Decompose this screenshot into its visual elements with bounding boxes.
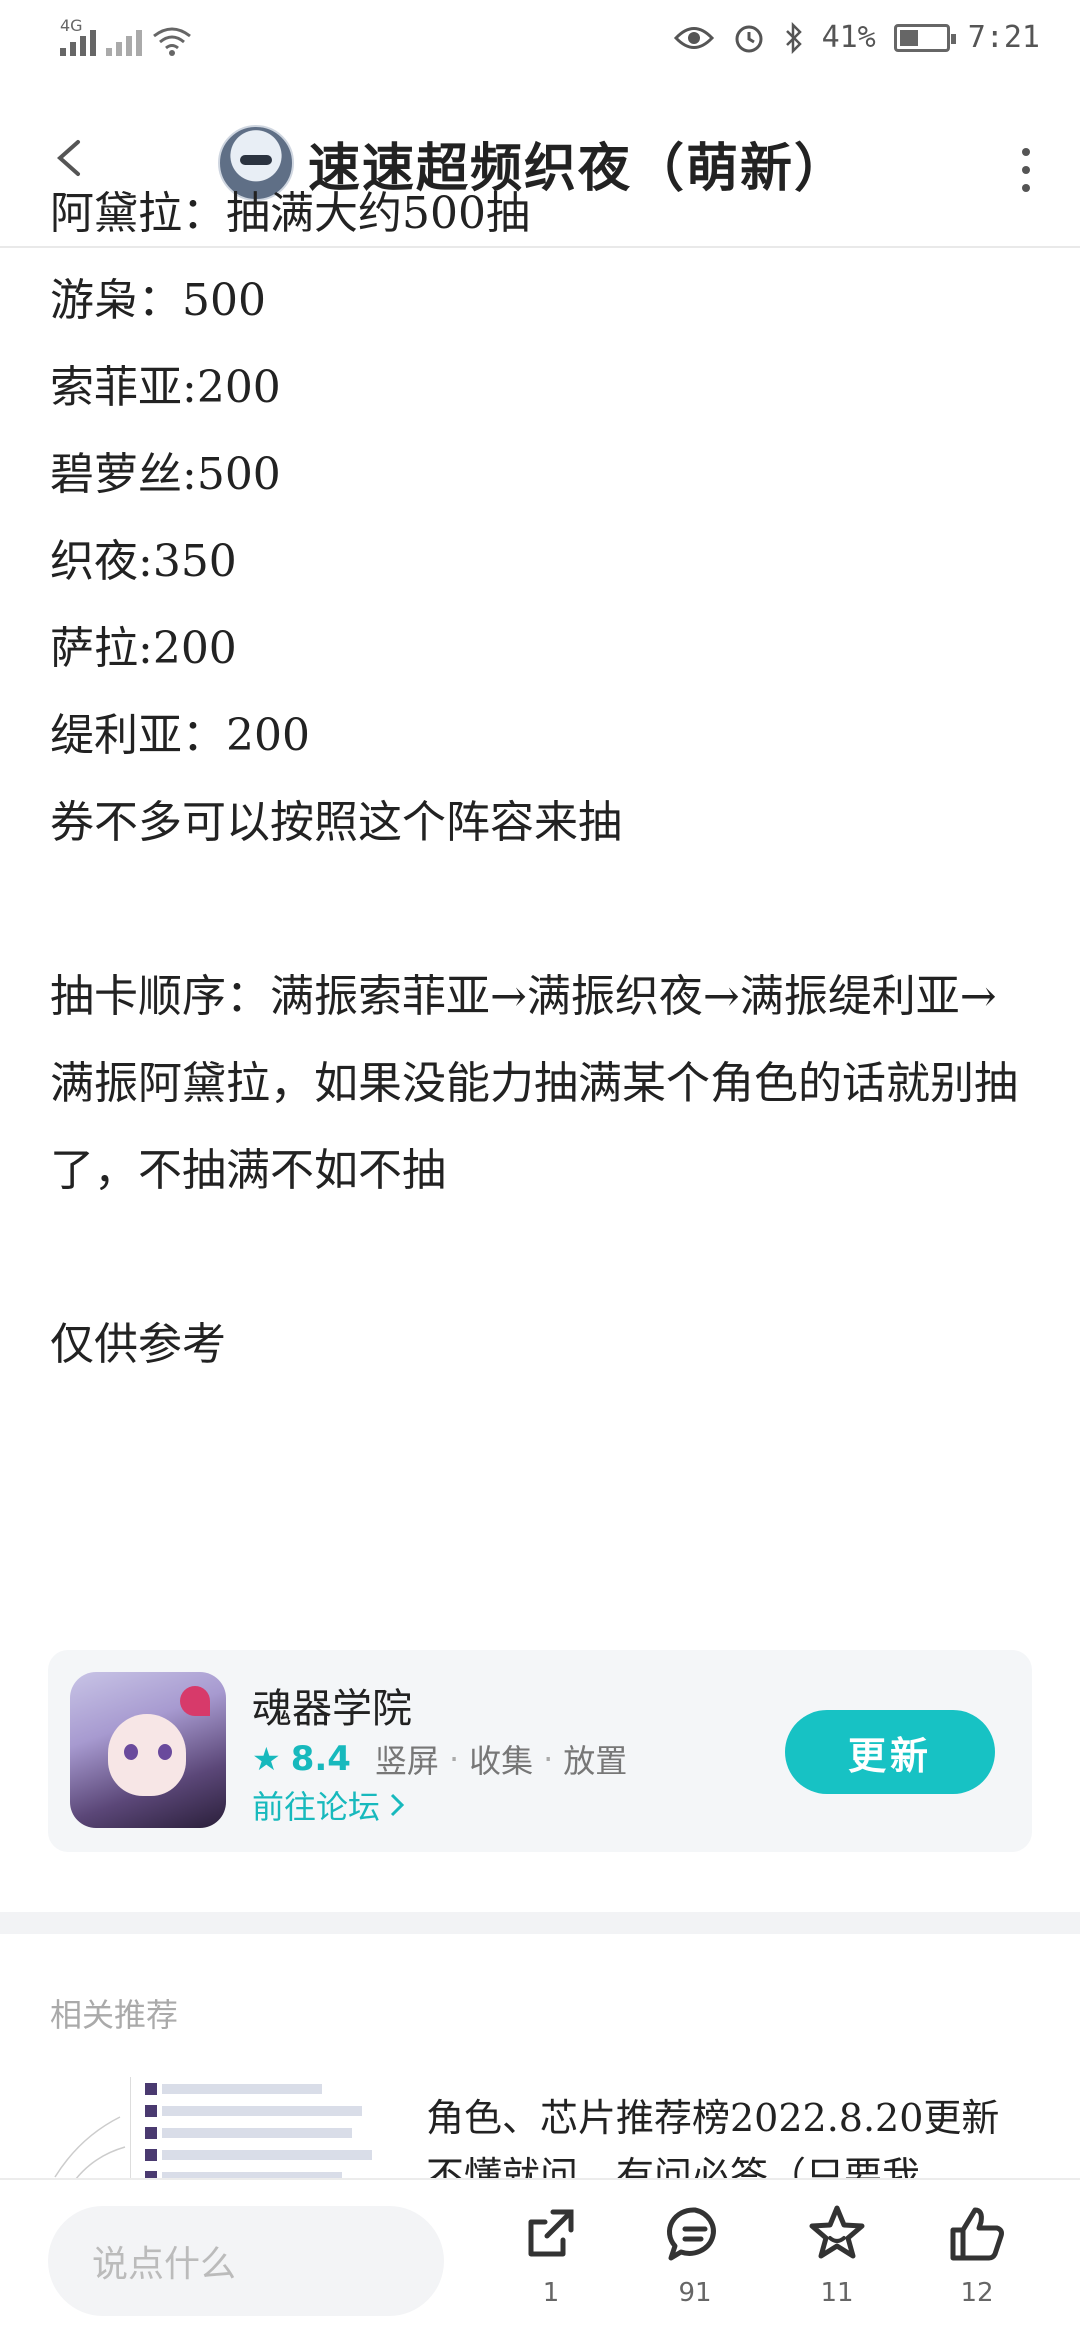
status-bar: 4G 41% 7:21 <box>0 0 1080 80</box>
tag-separator: · <box>543 1740 554 1778</box>
app-icon[interactable] <box>70 1672 226 1828</box>
comment-button[interactable]: 91 <box>640 2202 750 2332</box>
recommend-header: 相关推荐 <box>50 1996 179 2034</box>
app-tag: 收集 <box>469 1742 534 1780</box>
app-name: 魂器学院 <box>252 1686 412 1732</box>
star-outline-icon <box>809 2205 865 2259</box>
eye-icon <box>673 26 714 49</box>
tag-separator: · <box>448 1740 460 1778</box>
comment-icon <box>666 2207 716 2261</box>
battery-icon <box>893 23 956 52</box>
favorite-button[interactable]: 11 <box>782 2202 892 2332</box>
status-left: 4G <box>60 16 192 56</box>
recommend-item[interactable]: 角色、芯片推荐榜2022.8.20更新不懂就问，有问必答（只要我… <box>0 2075 1080 2195</box>
post-content: 阿黛拉：抽满大约500抽 游枭：500 索菲亚:200 碧萝丝:500 织夜:3… <box>50 188 1030 1388</box>
network-type: 4G <box>60 16 83 35</box>
battery-fill <box>899 29 918 46</box>
game-app-card[interactable]: 魂器学院 ★ 8.4 竖屏 · 收集 · 放置 前往论坛 更新 <box>48 1650 1032 1852</box>
like-count: 12 <box>960 2278 994 2308</box>
share-button[interactable]: 1 <box>496 2202 606 2332</box>
like-button[interactable]: 12 <box>922 2202 1032 2332</box>
forum-link-label: 前往论坛 <box>252 1788 381 1826</box>
content-line: 券不多可以按照这个阵容来抽 <box>50 797 622 848</box>
app-meta: ★ 8.4 竖屏 · 收集 · 放置 <box>252 1736 627 1782</box>
battery-percent: 41% <box>821 20 876 55</box>
alarm-icon <box>735 25 763 52</box>
wifi-icon <box>153 27 191 56</box>
comment-input[interactable]: 说点什么 <box>48 2206 444 2316</box>
content-line: 缇利亚：200 <box>50 710 310 761</box>
signal-2-icon <box>106 30 142 56</box>
content-line: 织夜:350 <box>50 536 237 587</box>
content-line: 碧萝丝:500 <box>50 449 281 500</box>
favorite-count: 11 <box>820 2278 854 2308</box>
star-icon: ★ <box>252 1740 281 1778</box>
content-line: 萨拉:200 <box>50 623 237 674</box>
thumbs-up-icon <box>950 2207 1004 2261</box>
forum-link[interactable]: 前往论坛 <box>252 1782 406 1828</box>
content-line: 阿黛拉：抽满大约500抽 <box>50 188 530 239</box>
status-right: 41% 7:21 <box>673 20 1040 55</box>
comment-count: 91 <box>678 2278 712 2308</box>
section-divider <box>0 1912 1080 1934</box>
content-line: 游枭：500 <box>50 275 266 326</box>
content-line: 索菲亚:200 <box>50 362 281 413</box>
draw-order-paragraph: 抽卡顺序：满振索菲亚→满振织夜→满振缇利亚→满振阿黛拉，如果没能力抽满某个角色的… <box>50 971 1018 1196</box>
chevron-right-icon <box>390 1793 405 1817</box>
share-icon <box>528 2209 574 2257</box>
app-tag: 放置 <box>563 1742 628 1780</box>
bluetooth-icon <box>785 21 802 54</box>
app-rating: 8.4 <box>290 1739 351 1779</box>
update-button[interactable]: 更新 <box>785 1710 995 1794</box>
clock: 7:21 <box>967 20 1040 55</box>
bottom-action-bar: 说点什么 1 91 11 12 <box>0 2178 1080 2342</box>
app-tag: 竖屏 <box>374 1742 439 1780</box>
share-count: 1 <box>542 2278 560 2308</box>
note-text: 仅供参考 <box>50 1319 226 1370</box>
